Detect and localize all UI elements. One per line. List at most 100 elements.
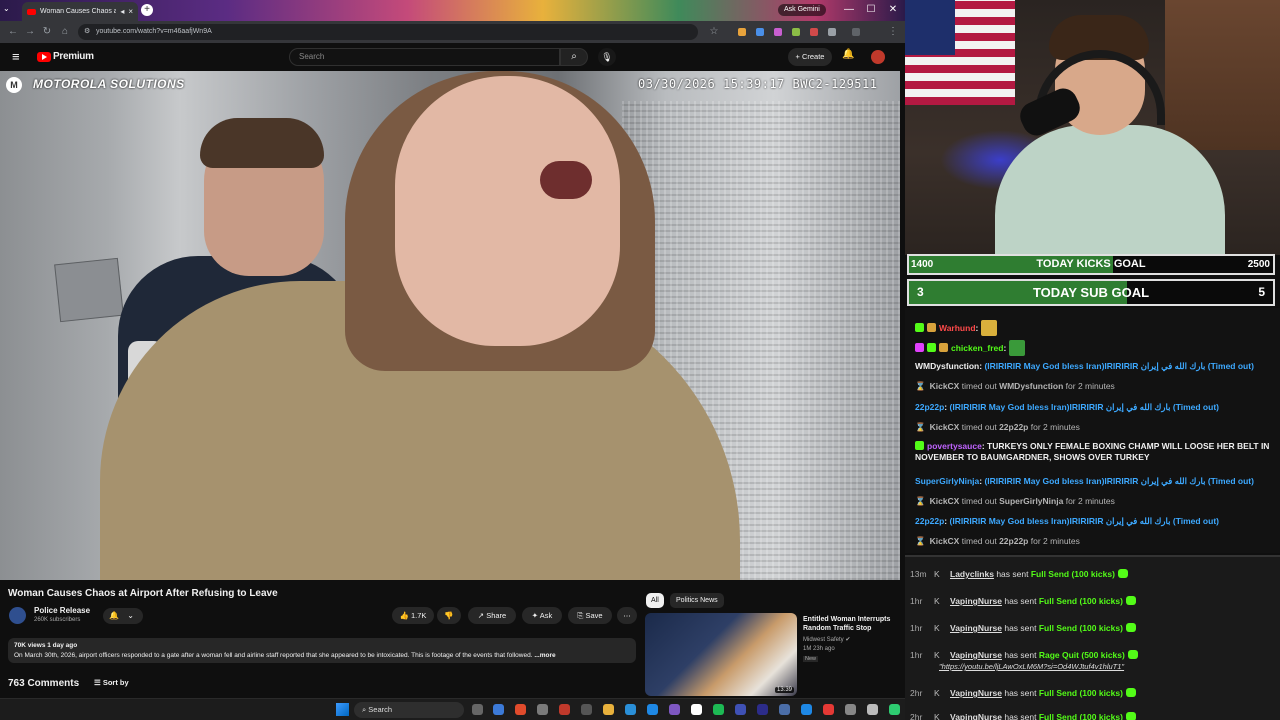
chat-username[interactable]: 22p22p — [915, 516, 944, 526]
new-tab-button[interactable]: + — [141, 4, 153, 16]
chat-text: (IRIRIRIR May God bless Iran)IRIRIRIR با… — [984, 476, 1254, 486]
extension-icon[interactable] — [738, 28, 746, 36]
tab-audio-icon[interactable]: ◂ — [120, 7, 124, 16]
app-icon[interactable] — [537, 704, 548, 715]
video-description[interactable]: 70K views 1 day ago On March 30th, 2026,… — [8, 638, 636, 663]
app-icon[interactable] — [757, 704, 768, 715]
chat-username[interactable]: povertysauce — [927, 441, 982, 451]
chip-politics-news[interactable]: Politics News — [670, 593, 724, 608]
youtube-logo-icon[interactable] — [37, 52, 51, 62]
chat-sys-target[interactable]: SuperGirlyNinja — [999, 496, 1063, 506]
chat-sys-target[interactable]: 22p22p — [999, 536, 1028, 546]
app-icon[interactable] — [801, 704, 812, 715]
chat-sys-target[interactable]: 22p22p — [999, 422, 1028, 432]
app-icon[interactable] — [625, 704, 636, 715]
chip-all[interactable]: All — [646, 593, 664, 608]
browser-tab-bar: ⌄ Woman Causes Chaos at A ◂ × + Ask Gemi… — [0, 0, 905, 21]
chat-username[interactable]: Warhund — [939, 323, 976, 333]
event-user[interactable]: VapingNurse — [950, 623, 1002, 633]
hamburger-menu-icon[interactable]: ≡ — [12, 50, 20, 64]
bookmark-star-icon[interactable]: ☆ — [707, 25, 721, 39]
app-icon[interactable] — [779, 704, 790, 715]
ask-gemini-button[interactable]: Ask Gemini — [778, 4, 826, 16]
create-button[interactable]: + Create — [788, 48, 832, 66]
subscription-bell-button[interactable]: 🔔 ⌄ — [103, 608, 143, 624]
voice-search-mic-icon[interactable]: 🎙 — [598, 48, 616, 66]
tab-search-icon[interactable]: ⌄ — [3, 4, 10, 13]
app-icon[interactable] — [823, 704, 834, 715]
chat-username[interactable]: WMDysfunction — [915, 361, 979, 371]
browser-tab-active[interactable]: Woman Causes Chaos at A ◂ × — [22, 2, 138, 21]
reload-icon[interactable]: ↻ — [40, 25, 54, 39]
address-bar[interactable]: ⚙ youtube.com/watch?v=m46aafjWn9A — [78, 24, 698, 40]
video-meta: 70K views 1 day ago — [14, 642, 78, 649]
event-user[interactable]: Ladyclinks — [950, 569, 994, 579]
channel-name[interactable]: Police Release — [34, 606, 90, 615]
window-maximize-button[interactable]: ☐ — [862, 2, 880, 18]
forward-arrow-icon[interactable]: → — [23, 25, 37, 39]
app-icon[interactable] — [889, 704, 900, 715]
app-icon[interactable] — [669, 704, 680, 715]
extension-icon[interactable] — [774, 28, 782, 36]
recommended-video-thumbnail[interactable]: 13:39 — [645, 613, 797, 696]
event-user[interactable]: VapingNurse — [950, 650, 1002, 660]
app-icon[interactable] — [559, 704, 570, 715]
site-info-icon[interactable]: ⚙ — [84, 24, 90, 40]
dislike-button[interactable]: 👎 — [437, 607, 461, 624]
app-icon[interactable] — [581, 704, 592, 715]
save-button[interactable]: ⎘ Save — [568, 607, 612, 624]
extensions-puzzle-icon[interactable] — [828, 28, 836, 36]
event-link[interactable]: "https://youtu.be/ljLAwOxLM6M?si=Od4WJtu… — [910, 661, 1276, 672]
youtube-brand[interactable]: Premium — [53, 51, 94, 62]
file-explorer-icon[interactable] — [603, 704, 614, 715]
more-actions-icon[interactable]: ⋯ — [617, 607, 637, 624]
app-icon[interactable] — [691, 704, 702, 715]
chat-username[interactable]: 22p22p — [915, 402, 944, 412]
window-minimize-button[interactable]: — — [840, 2, 858, 18]
window-close-button[interactable]: ✕ — [884, 2, 902, 18]
youtube-search-input[interactable]: Search — [289, 48, 560, 66]
tab-close-icon[interactable]: × — [128, 7, 133, 16]
chat-sys-target[interactable]: WMDysfunction — [999, 381, 1063, 391]
chat-moderator[interactable]: KickCX — [930, 381, 960, 391]
spotify-icon[interactable] — [713, 704, 724, 715]
bookshelf — [1165, 0, 1280, 150]
extension-icon[interactable] — [792, 28, 800, 36]
event-user[interactable]: VapingNurse — [950, 688, 1002, 698]
app-icon[interactable] — [647, 704, 658, 715]
app-icon[interactable] — [845, 704, 856, 715]
sort-comments-button[interactable]: ☰ Sort by — [94, 678, 129, 687]
profile-icon[interactable] — [852, 28, 860, 36]
home-icon[interactable]: ⌂ — [58, 25, 72, 39]
event-user[interactable]: VapingNurse — [950, 596, 1002, 606]
share-button[interactable]: ↗ Share — [468, 607, 516, 624]
kick-chat[interactable]: Warhund: chicken_fred: WMDysfunction: (I… — [905, 308, 1280, 553]
chat-moderator[interactable]: KickCX — [930, 496, 960, 506]
chat-username[interactable]: SuperGirlyNinja — [915, 476, 979, 486]
chat-moderator[interactable]: KickCX — [930, 422, 960, 432]
app-icon[interactable] — [493, 704, 504, 715]
recommended-video-title[interactable]: Entitled Woman Interrupts Random Traffic… — [803, 615, 901, 633]
event-user[interactable]: VapingNurse — [950, 712, 1002, 720]
channel-avatar[interactable] — [9, 607, 26, 624]
show-more-link[interactable]: ...more — [533, 652, 555, 659]
like-button[interactable]: 👍 1.7K — [392, 607, 434, 624]
notifications-bell-icon[interactable]: 🔔 — [842, 49, 854, 60]
browser-menu-icon[interactable]: ⋮ — [886, 25, 900, 39]
search-icon[interactable]: ⌕ — [560, 48, 588, 66]
extension-icon[interactable] — [810, 28, 818, 36]
task-view-icon[interactable] — [472, 704, 483, 715]
app-icon[interactable] — [735, 704, 746, 715]
app-icon[interactable] — [867, 704, 878, 715]
recommended-channel[interactable]: Midwest Safety ✔ — [803, 636, 850, 643]
ask-button[interactable]: ✦ Ask — [522, 607, 562, 624]
windows-start-icon[interactable] — [336, 703, 349, 716]
account-avatar[interactable] — [871, 50, 885, 64]
chat-username[interactable]: chicken_fred — [951, 343, 1003, 353]
back-arrow-icon[interactable]: ← — [6, 25, 20, 39]
video-player[interactable]: M MOTOROLA SOLUTIONS 03/30/2026 15:39:17… — [0, 71, 900, 580]
chrome-icon[interactable] — [515, 704, 526, 715]
chat-moderator[interactable]: KickCX — [930, 536, 960, 546]
taskbar-search[interactable]: ⌕ Search — [354, 702, 464, 718]
extension-icon[interactable] — [756, 28, 764, 36]
